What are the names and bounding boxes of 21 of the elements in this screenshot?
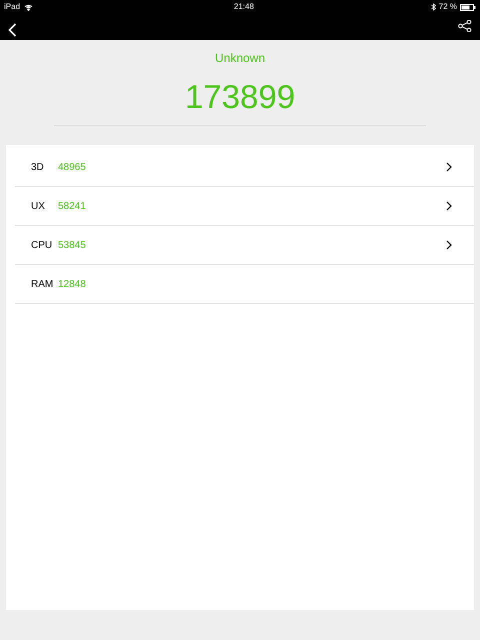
battery-percent: 72 % — [438, 1, 457, 13]
test-label: RAM — [31, 278, 54, 292]
test-score: 12848 — [58, 278, 86, 292]
score-row[interactable]: UX 58241 — [15, 187, 474, 226]
test-score: 58241 — [58, 200, 86, 214]
wifi-icon — [24, 4, 34, 10]
test-score: 48965 — [58, 160, 86, 174]
bluetooth-icon — [430, 3, 436, 11]
score-row[interactable]: CPU 53845 — [15, 226, 474, 265]
clock: 21:48 — [232, 1, 254, 13]
device-title: Unknown — [214, 50, 266, 67]
device-name: iPad — [4, 1, 20, 13]
score-row[interactable]: 3D 48965 — [15, 148, 474, 187]
test-label: 3D — [31, 160, 45, 174]
test-label: UX — [31, 200, 46, 214]
back-button[interactable] — [8, 23, 17, 37]
battery-icon — [460, 4, 476, 10]
share-button[interactable] — [458, 20, 472, 32]
test-score: 53845 — [58, 238, 86, 252]
test-label: CPU — [31, 238, 54, 252]
total-score: 173899 — [184, 80, 296, 113]
